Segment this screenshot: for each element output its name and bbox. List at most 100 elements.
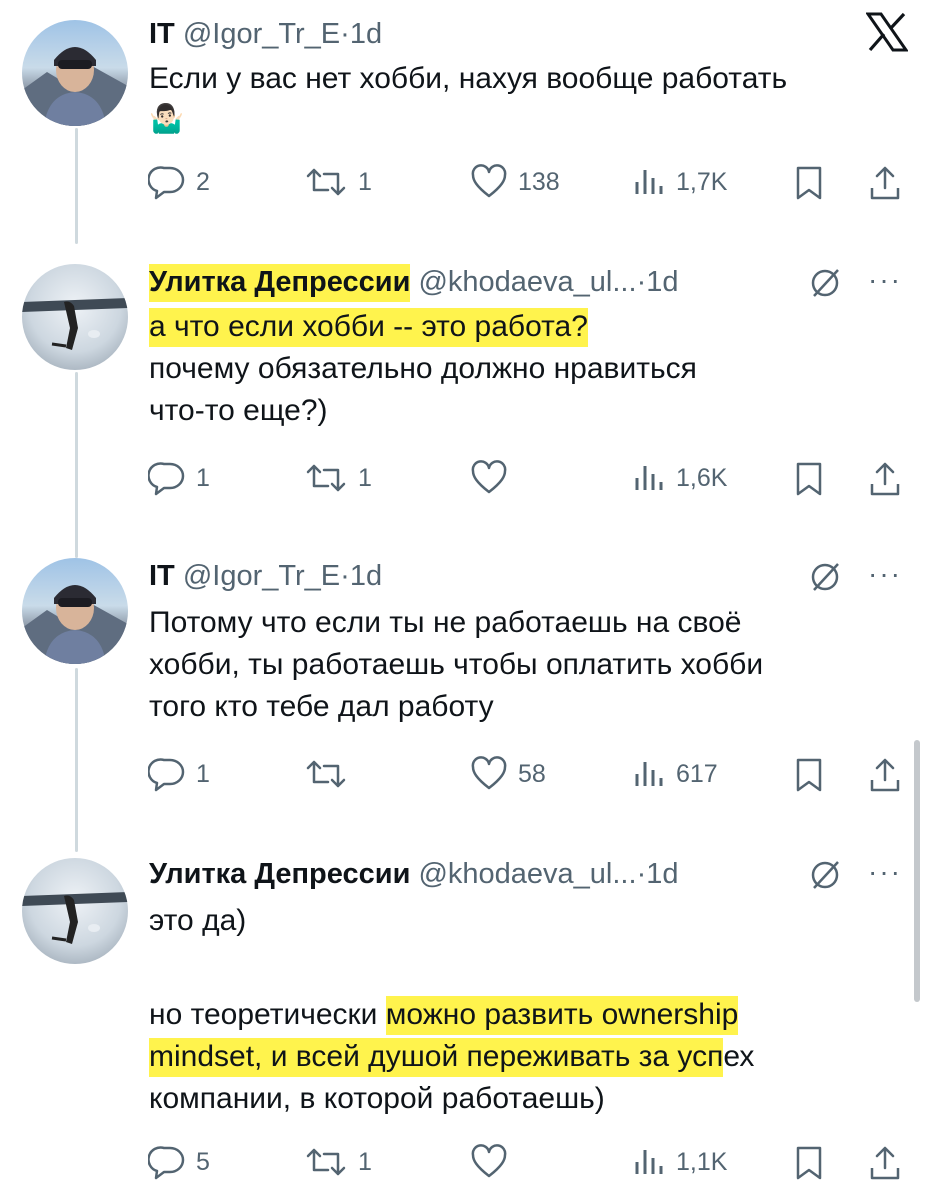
author-handle[interactable]: @Igor_Tr_E	[183, 18, 340, 50]
tweet-text: Потому что если ты не работаешь на своё …	[149, 602, 889, 728]
views-button[interactable]: 1,1K	[632, 1144, 727, 1180]
share-icon	[870, 758, 900, 792]
share-icon	[870, 462, 900, 496]
highlighted-text: mindset, и всей душой переживать за усп	[149, 1040, 724, 1073]
avatar[interactable]	[22, 264, 128, 370]
tweet[interactable]: Улитка Депрессии @khodaeva_ul...·1d ··· …	[0, 240, 929, 540]
text-line: компании, в которой работаешь)	[149, 1082, 605, 1115]
repost-button[interactable]: 1	[304, 1144, 372, 1180]
views-chart-icon	[635, 762, 663, 786]
separator-dot: ·	[340, 560, 350, 592]
author-handle[interactable]: @Igor_Tr_E	[183, 560, 340, 592]
more-options-icon[interactable]: ···	[868, 264, 902, 296]
author-name[interactable]: IT	[149, 560, 175, 592]
repost-icon	[306, 168, 346, 196]
reply-count: 1	[196, 759, 210, 788]
share-button[interactable]	[868, 460, 902, 503]
highlighted-text: а что если хобби -- это работа?	[149, 310, 588, 343]
tweet[interactable]: IT @Igor_Tr_E·1d ··· Потому что если ты …	[0, 540, 929, 840]
like-button[interactable]	[470, 460, 518, 496]
reply-button[interactable]: 5	[148, 1144, 210, 1180]
tweet-header: Улитка Депрессии @khodaeva_ul...·1d	[149, 264, 679, 300]
repost-icon	[306, 1148, 346, 1176]
bookmark-button[interactable]	[794, 1144, 824, 1187]
author-name[interactable]: IT	[149, 18, 175, 50]
bookmark-button[interactable]	[794, 164, 824, 207]
timestamp[interactable]: 1d	[350, 18, 382, 50]
share-button[interactable]	[868, 1144, 902, 1187]
bookmark-icon	[796, 1146, 822, 1180]
reply-button[interactable]: 1	[148, 756, 210, 792]
share-icon	[870, 166, 900, 200]
heart-icon	[471, 756, 507, 790]
tweet-header: Улитка Депрессии @khodaeva_ul...·1d	[149, 856, 679, 892]
reply-icon	[148, 1146, 185, 1180]
tweet[interactable]: IT @Igor_Tr_E·1d Если у вас нет хобби, н…	[0, 0, 929, 240]
share-button[interactable]	[868, 756, 902, 799]
emoji: 🤷🏻‍♂️	[149, 103, 184, 134]
text-line: а что если хобби -- это работа?	[149, 306, 889, 348]
tweet-text: а что если хобби -- это работа? почему о…	[149, 306, 889, 432]
views-button[interactable]: 617	[632, 756, 718, 792]
reply-button[interactable]: 1	[148, 460, 210, 496]
tweet-header: IT @Igor_Tr_E·1d	[149, 558, 382, 594]
grok-icon[interactable]	[808, 560, 842, 599]
text-line: того кто тебе дал работу	[149, 690, 494, 723]
more-options-icon[interactable]: ···	[868, 558, 902, 590]
grok-icon[interactable]	[808, 266, 842, 305]
reply-icon	[148, 758, 185, 792]
share-button[interactable]	[868, 164, 902, 207]
author-name[interactable]: Улитка Депрессии	[149, 858, 410, 890]
like-button[interactable]	[470, 1144, 518, 1180]
text-line: это да)	[149, 904, 247, 937]
views-count: 1,6K	[676, 463, 728, 492]
text-line: почему обязательно должно нравиться	[149, 352, 697, 385]
bookmark-icon	[796, 758, 822, 792]
share-icon	[870, 1146, 900, 1180]
reply-count: 5	[196, 1147, 210, 1176]
avatar[interactable]	[22, 20, 128, 126]
highlighted-text: можно развить ownership	[385, 998, 739, 1031]
text-segment: ех	[723, 1040, 755, 1073]
bookmark-button[interactable]	[794, 756, 824, 799]
like-count: 138	[518, 167, 560, 196]
like-button[interactable]: 58	[470, 756, 546, 792]
timestamp[interactable]: 1d	[350, 560, 382, 592]
tweet-header: IT @Igor_Tr_E·1d	[149, 16, 382, 52]
text-line: mindset, и всей душой переживать за успе…	[149, 1036, 889, 1078]
repost-button[interactable]: 1	[304, 460, 372, 496]
reply-icon	[148, 462, 185, 496]
like-button[interactable]: 138	[470, 164, 560, 200]
author-name[interactable]: Улитка Депрессии	[149, 266, 411, 298]
reply-button[interactable]: 2	[148, 164, 210, 200]
separator-dot: ·	[636, 266, 647, 298]
bookmark-icon	[796, 166, 822, 200]
text-line: что-то еще?)	[149, 394, 328, 427]
author-handle[interactable]: @khodaeva_ul...	[418, 858, 636, 890]
more-options-icon[interactable]: ···	[868, 856, 902, 888]
separator-dot: ·	[340, 18, 350, 50]
views-button[interactable]: 1,7K	[632, 164, 727, 200]
reply-count: 2	[196, 167, 210, 196]
repost-count: 1	[358, 167, 372, 196]
avatar[interactable]	[22, 858, 128, 964]
avatar[interactable]	[22, 558, 128, 664]
bookmark-button[interactable]	[794, 460, 824, 503]
grok-icon[interactable]	[808, 858, 842, 897]
text-segment: но теоретически	[149, 998, 386, 1031]
timestamp[interactable]: 1d	[646, 266, 678, 298]
repost-button[interactable]	[304, 756, 358, 792]
text-line: Если у вас нет хобби, нахуя вообще работ…	[149, 62, 788, 95]
tweet[interactable]: Улитка Депрессии @khodaeva_ul...·1d ··· …	[0, 840, 929, 1200]
views-count: 1,7K	[676, 167, 728, 196]
views-button[interactable]: 1,6K	[632, 460, 727, 496]
timestamp[interactable]: 1d	[646, 858, 678, 890]
repost-button[interactable]: 1	[304, 164, 372, 200]
scrollbar[interactable]	[914, 740, 920, 1002]
reply-icon	[148, 166, 185, 200]
like-count: 58	[518, 759, 546, 788]
repost-icon	[306, 464, 346, 492]
action-bar: 1 58 617	[0, 756, 929, 796]
author-handle[interactable]: @khodaeva_ul...	[418, 266, 636, 298]
